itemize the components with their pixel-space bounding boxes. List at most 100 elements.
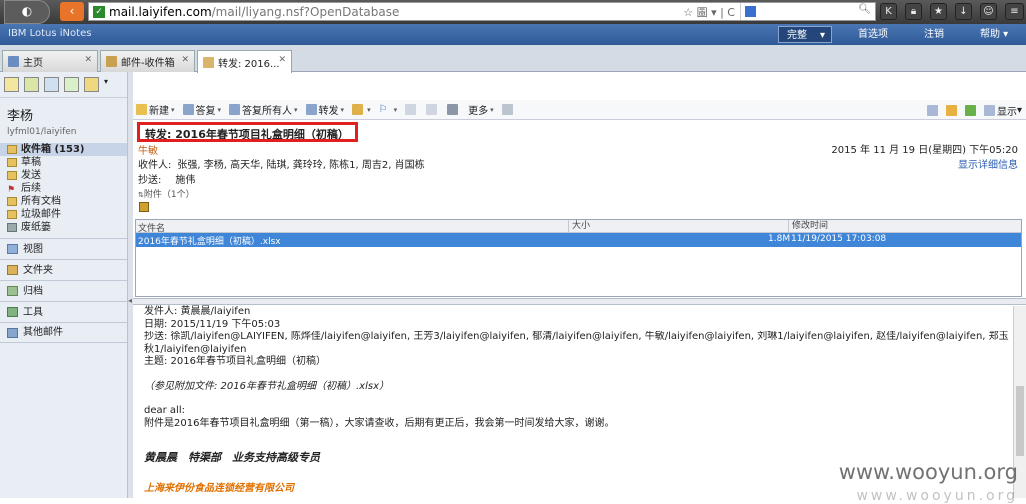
user-id: lyfml01/laiyifen — [7, 127, 77, 137]
mail-icon[interactable] — [4, 77, 19, 92]
collapse-icon[interactable]: ◂ — [128, 296, 132, 305]
reply-button[interactable]: 答复 ▾ — [182, 102, 221, 117]
follow-up-button[interactable]: ⚐ ▾ — [379, 104, 398, 115]
home-icon — [8, 56, 19, 67]
tab-inbox[interactable]: 邮件-收件箱 ✕ — [100, 50, 195, 72]
sidebar: ▾ 李杨 lyfml01/laiyifen 收件箱 (153) 草稿 发送 ⚑ 后… — [0, 72, 128, 498]
extension-icon[interactable]: ☺ — [980, 3, 997, 20]
mark-icon — [405, 104, 417, 115]
arrow-down-icon[interactable] — [964, 105, 976, 116]
preferences-link[interactable]: 首选项 — [850, 26, 896, 43]
folder-junk[interactable]: 垃圾邮件 — [0, 208, 127, 221]
star-icon[interactable]: ★ — [930, 3, 947, 20]
column-header-size[interactable]: 大小 — [568, 220, 590, 232]
cc-row: 抄送: 施伟 — [138, 175, 196, 186]
reply-all-button[interactable]: 答复所有人 ▾ — [229, 102, 298, 117]
section-other-mail[interactable]: 其他邮件 — [0, 322, 127, 343]
help-menu[interactable]: 帮助 ▾ — [972, 26, 1016, 43]
logout-link[interactable]: 注销 — [916, 26, 952, 43]
close-icon[interactable]: ✕ — [278, 55, 286, 65]
folder-inbox[interactable]: 收件箱 (153) — [0, 143, 127, 156]
body-from-line: 发件人: 黄晨晨/laiyifen — [144, 306, 251, 317]
forward-button[interactable]: 转发 ▾ — [305, 102, 344, 117]
arrow-up-icon[interactable] — [945, 105, 957, 116]
close-icon[interactable]: ✕ — [84, 55, 92, 65]
close-icon[interactable]: ✕ — [181, 55, 189, 65]
section-folders[interactable]: 文件夹 — [0, 259, 127, 280]
message-toolbar: 新建 ▾ 答复 ▾ 答复所有人 ▾ 转发 ▾ ▾ ⚐ ▾ 更多 ▾ 显示 ▾ — [133, 100, 1026, 120]
browser-search-input[interactable]: 🔍︎ — [740, 3, 874, 20]
attachment-size: 1.8M — [768, 234, 791, 244]
mark-button[interactable] — [405, 104, 418, 115]
body-attachment-note: （参见附加文件: 2016年春节礼盒明细（初稿）.xlsx） — [144, 380, 389, 392]
download-icon[interactable]: ↓ — [955, 3, 972, 20]
print-button[interactable] — [501, 104, 515, 115]
copy-to-new-button[interactable] — [426, 104, 439, 115]
sidebar-splitter[interactable]: ◂ — [128, 72, 133, 498]
save-attachment-icon[interactable] — [139, 202, 149, 212]
tools-icon — [7, 307, 18, 317]
flag-icon: ⚑ — [7, 185, 16, 195]
chevron-down-icon[interactable]: ▾ — [104, 77, 112, 92]
section-archive[interactable]: 归档 — [0, 280, 127, 301]
attachment-name[interactable]: 2016年春节礼盒明细（初稿）.xlsx — [138, 234, 281, 247]
message-sender[interactable]: 牛敏 — [138, 142, 158, 157]
section-tools[interactable]: 工具 — [0, 301, 127, 322]
document-icon — [203, 56, 214, 68]
contacts-icon[interactable] — [44, 77, 59, 92]
section-views[interactable]: 视图 — [0, 238, 127, 259]
reply-all-icon — [229, 104, 241, 115]
flag-icon: ⚐ — [378, 104, 388, 115]
drafts-icon — [7, 158, 17, 167]
table-row[interactable]: 2016年春节礼盒明细（初稿）.xlsx 1.8M 11/19/2015 17:… — [136, 233, 1021, 247]
attachments-header: 文件名 大小 修改时间 — [136, 220, 1021, 234]
recipients-list[interactable]: 张强, 李杨, 高天华, 陆琪, 龚玲玲, 陈栋1, 周吉2, 肖国栋 — [177, 160, 424, 171]
folder-all-documents[interactable]: 所有文档 — [0, 195, 127, 208]
new-icon — [136, 104, 147, 115]
back-button[interactable]: ‹ — [60, 2, 84, 21]
brand-label: IBM Lotus iNotes — [8, 28, 92, 39]
new-button[interactable]: 新建 ▾ — [136, 102, 175, 117]
folder-drafts[interactable]: 草稿 — [0, 156, 127, 169]
k-icon[interactable]: K — [880, 3, 897, 20]
display-button[interactable]: 显示 ▾ — [983, 103, 1022, 118]
move-to-folder-button[interactable]: ▾ — [352, 104, 371, 115]
trash-icon — [447, 104, 459, 115]
recipients-row: 收件人: 张强, 李杨, 高天华, 陆琪, 龚玲玲, 陈栋1, 周吉2, 肖国栋 — [138, 160, 425, 171]
cc-list[interactable]: 施伟 — [175, 175, 195, 186]
scrollbar-thumb[interactable] — [1016, 386, 1024, 456]
tab-home[interactable]: 主页 ✕ — [2, 50, 98, 72]
body-greeting: dear all: — [144, 405, 185, 416]
launcher-icons: ▾ — [0, 72, 127, 98]
body-cc-line-2: 秋1/laiyifen@laiyifen — [144, 343, 247, 355]
lock-icon[interactable]: 🔒︎ — [905, 3, 922, 20]
delete-button[interactable] — [447, 104, 460, 115]
todo-icon[interactable] — [64, 77, 79, 92]
notebook-icon[interactable] — [84, 77, 99, 92]
search-icon[interactable]: 🔍︎ — [858, 4, 871, 15]
new-window-icon[interactable] — [926, 105, 938, 116]
pane-splitter[interactable] — [133, 298, 1026, 305]
column-header-modified[interactable]: 修改时间 — [788, 220, 828, 232]
folder-sent[interactable]: 发送 — [0, 169, 127, 182]
url-tools[interactable]: ☆ 圖 ▾ | C — [683, 4, 735, 20]
calendar-icon[interactable] — [24, 77, 39, 92]
show-details-link[interactable]: 显示详细信息 — [958, 156, 1018, 171]
folder-trash[interactable]: 废纸篓 — [0, 221, 127, 234]
sent-icon — [7, 171, 17, 180]
body-date-line: 日期: 2015/11/19 下午05:03 — [144, 318, 281, 330]
folder-icon — [7, 265, 18, 275]
more-button[interactable]: 更多 ▾ — [468, 102, 494, 118]
folder-followup[interactable]: ⚑ 后续 — [0, 182, 127, 195]
browser-logo-icon[interactable]: ◐ — [4, 0, 50, 24]
user-name: 李杨 — [7, 109, 34, 124]
message-subject: 转发: 2016年春节项目礼盒明细（初稿） — [137, 122, 358, 142]
menu-icon[interactable]: ≡ — [1005, 3, 1024, 20]
forward-icon — [305, 104, 317, 115]
watermark-secondary: www.wooyun.org — [856, 488, 1018, 504]
browser-toolbar: ◐ ‹ ✓ mail.laiyifen.com/mail/liyang.nsf?… — [0, 0, 1026, 24]
tab-forward-message[interactable]: 转发: 2016... ✕ — [197, 50, 292, 73]
attachments-toggle[interactable]: ⇅附件（1个） — [138, 187, 195, 200]
folder-icon — [352, 104, 364, 115]
view-mode-dropdown[interactable]: 完整 ▾ — [778, 26, 832, 43]
